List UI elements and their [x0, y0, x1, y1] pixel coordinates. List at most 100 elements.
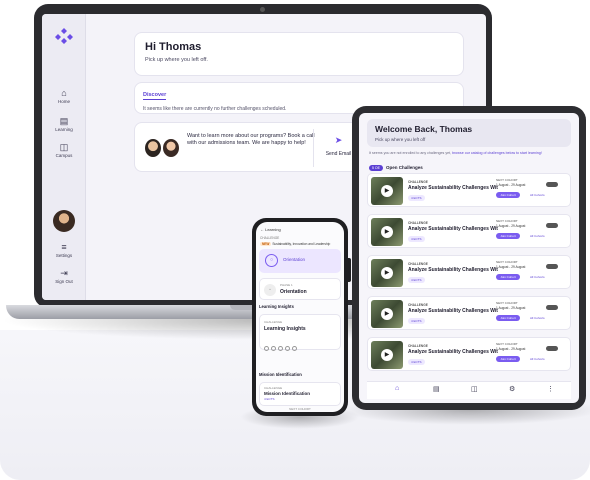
challenge-thumbnail: ▶	[371, 177, 403, 205]
all-cohorts-link[interactable]: All Cohorts	[530, 357, 545, 361]
more-icon[interactable]: ⋮	[547, 385, 554, 393]
cohort-dates: 1 August - 29 August	[496, 183, 526, 187]
cohort-dates: 1 August - 29 August	[496, 265, 526, 269]
book-icon[interactable]: ▤	[433, 385, 440, 393]
nav-campus-label: Campus	[55, 153, 73, 158]
brand-logo-icon[interactable]	[54, 26, 74, 46]
nav-learning-label: Learning	[55, 127, 73, 132]
catalog-link[interactable]: browse our catalog of challenges below t…	[452, 151, 542, 155]
all-cohorts-link[interactable]: All Cohorts	[530, 316, 545, 320]
signout-icon: ⇥	[60, 268, 68, 278]
challenge-row[interactable]: ▶ CHALLENGE Analyze Sustainability Challen…	[367, 296, 571, 330]
enroll-notice-text: It seems you are not enrolled to any cha…	[369, 151, 452, 155]
card-title: Learning Insights	[264, 326, 306, 332]
challenge-kind: CHALLENGE	[408, 303, 428, 307]
phone-side-button	[346, 258, 351, 282]
all-cohorts-link[interactable]: All Cohorts	[530, 234, 545, 238]
ects-badge: 4 ECTS	[408, 318, 425, 324]
ects-badge: 4 ECTS	[408, 277, 425, 283]
book-icon: ▤	[59, 116, 69, 126]
cohort-dates: 1 August - 29 August	[496, 224, 526, 228]
participant-avatars	[546, 264, 558, 269]
learning-insights-card[interactable]: CHALLENGE Learning Insights	[259, 314, 341, 351]
new-badge: NEW	[260, 242, 272, 246]
promo-text: Want to learn more about our programs? B…	[187, 133, 315, 146]
laptop-camera	[260, 7, 265, 12]
all-cohorts-link[interactable]: All Cohorts	[530, 275, 545, 279]
nav-home-label: Home	[57, 99, 70, 104]
settings-icon: ≡	[61, 242, 67, 252]
join-cohort-button[interactable]: Join Cohort	[496, 233, 520, 239]
campus-icon: ◫	[59, 142, 69, 152]
nav-learning[interactable]: ▤ Learning	[42, 116, 86, 132]
challenge-title: Analyze Sustainability Challenges Wit	[408, 226, 498, 232]
ects-badge: 4 ECTS	[408, 236, 425, 242]
mission-card[interactable]: CHALLENGE Mission Identification 4 ECTS	[259, 382, 341, 406]
all-cohorts-link[interactable]: All Cohorts	[530, 193, 545, 197]
play-icon[interactable]: ▶	[381, 349, 393, 361]
join-cohort-button[interactable]: Join Cohort	[496, 274, 520, 280]
card2-badge: 4 ECTS	[264, 397, 275, 401]
advisor-avatar-1	[145, 139, 161, 157]
tablet-screen: Welcome Back, Thomas Pick up where you l…	[359, 113, 579, 403]
play-icon[interactable]: ▶	[381, 308, 393, 320]
play-icon[interactable]: ▶	[381, 185, 393, 197]
challenge-kind: CHALLENGE	[408, 180, 428, 184]
challenge-row[interactable]: ▶ CHALLENGE Analyze Sustainability Challen…	[367, 337, 571, 371]
tab-discover[interactable]: Discover	[143, 92, 167, 100]
card2-title: Mission Identification	[264, 391, 311, 396]
ects-badge: 4 ECTS	[408, 359, 425, 365]
section-learning-insights[interactable]: Learning Insights	[259, 304, 341, 309]
next-cohort-label: NEXT COHORT	[496, 301, 518, 305]
program-line: NEW Sustainability, Innovation and Leade…	[260, 242, 330, 246]
enroll-notice: It seems you are not enrolled to any cha…	[369, 151, 569, 156]
nav-campus[interactable]: ◫ Campus	[42, 142, 86, 158]
section-mission-identification[interactable]: Mission Identification	[259, 372, 341, 377]
card2-kind: CHALLENGE	[264, 386, 283, 390]
play-icon[interactable]: ▶	[381, 267, 393, 279]
nav-home[interactable]: ⌂ Home	[42, 88, 86, 104]
play-icon[interactable]: ▶	[381, 226, 393, 238]
challenge-kind: CHALLENGE	[408, 344, 428, 348]
challenge-thumbnail: ▶	[371, 341, 403, 369]
orientation-card[interactable]: ◦ PHASE 1 Orientation	[259, 278, 341, 300]
challenge-title: Analyze Sustainability Challenges Wit	[408, 185, 498, 191]
orientation-label: Orientation	[283, 257, 306, 262]
join-cohort-button[interactable]: Join Cohort	[496, 315, 520, 321]
challenge-row[interactable]: ▶ CHALLENGE Analyze Sustainability Challen…	[367, 255, 571, 289]
challenge-row[interactable]: ▶ CHALLENGE Analyze Sustainability Challen…	[367, 173, 571, 207]
join-cohort-button[interactable]: Join Cohort	[496, 192, 520, 198]
cohort-dates: 1 August - 29 August	[496, 347, 526, 351]
next-cohort-label: NEXT COHORT	[496, 219, 518, 223]
challenge-title: Analyze Sustainability Challenges Wit	[408, 267, 498, 273]
nav-settings[interactable]: ≡ Settings	[42, 242, 86, 258]
program-name: Sustainability, Innovation and Leadershi…	[272, 242, 331, 246]
progress-dots	[264, 338, 340, 356]
join-cohort-button[interactable]: Join Cohort	[496, 356, 520, 362]
step-progress-icon: ○	[265, 254, 278, 267]
phase-label: PHASE 1	[280, 283, 293, 287]
avatar[interactable]	[53, 210, 75, 232]
next-cohort-label: NEXT COHORT	[496, 260, 518, 264]
nav-signout-label: Sign Out	[55, 279, 73, 284]
cohort-dates: 1 August - 29 August	[496, 306, 526, 310]
campus-icon[interactable]: ◫	[471, 385, 478, 393]
settings-icon[interactable]: ⚙	[509, 385, 515, 393]
tablet-bottom-nav: ⌂ ▤ ◫ ⚙ ⋮	[367, 381, 571, 399]
home-icon: ⌂	[61, 88, 67, 98]
challenge-title: Analyze Sustainability Challenges Wit	[408, 349, 498, 355]
challenge-thumbnail: ▶	[371, 259, 403, 287]
open-challenges-heading: 5 OE Open Challenges	[369, 165, 423, 171]
tablet-header: Welcome Back, Thomas Pick up where you l…	[367, 119, 571, 147]
back-link[interactable]: ← Learning	[260, 227, 281, 232]
home-icon[interactable]: ⌂	[395, 385, 399, 392]
card-kind: CHALLENGE	[264, 320, 283, 324]
participant-avatars	[546, 223, 558, 228]
next-cohort-label: NEXT COHORT	[496, 178, 518, 182]
orientation-step[interactable]: ○ Orientation	[259, 249, 341, 273]
challenge-thumbnail: ▶	[371, 218, 403, 246]
challenge-title: Analyze Sustainability Challenges Wit	[408, 308, 498, 314]
greeting-card: Hi Thomas Pick up where you left off.	[134, 32, 464, 76]
nav-signout[interactable]: ⇥ Sign Out	[42, 268, 86, 284]
challenge-row[interactable]: ▶ CHALLENGE Analyze Sustainability Challen…	[367, 214, 571, 248]
